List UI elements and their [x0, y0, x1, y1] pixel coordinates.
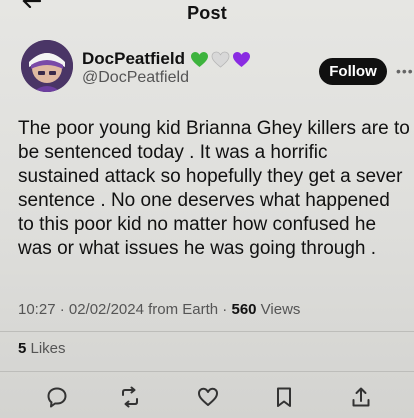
divider — [0, 331, 414, 332]
share-icon[interactable] — [350, 386, 372, 408]
more-options-icon[interactable]: ••• — [396, 63, 414, 79]
post-source: from Earth · — [143, 301, 232, 318]
repost-icon[interactable] — [119, 386, 141, 408]
white-heart-icon — [211, 51, 230, 68]
likes-summary[interactable]: 5 Likes — [18, 340, 66, 357]
name-emoji-group — [190, 51, 251, 68]
like-icon[interactable] — [197, 386, 219, 408]
tweet-text: The poor young kid Brianna Ghey killers … — [18, 118, 410, 259]
post-screen: Post DocPeatfield @DocPeatfield Follow •… — [0, 0, 414, 418]
purple-heart-icon — [232, 51, 250, 67]
author-display-name[interactable]: DocPeatfield — [82, 49, 185, 69]
avatar[interactable] — [21, 40, 73, 92]
author-name-row: DocPeatfield — [82, 48, 251, 70]
views-label: Views — [256, 301, 301, 318]
likes-label: Likes — [26, 340, 66, 357]
green-heart-icon — [190, 51, 208, 67]
divider — [0, 371, 414, 372]
views-count: 560 — [231, 301, 257, 318]
bookmark-icon[interactable] — [273, 386, 295, 408]
page-title: Post — [187, 3, 227, 23]
reply-icon[interactable] — [46, 386, 68, 408]
timestamp: 10:27 · 02/02/2024 — [18, 301, 144, 318]
top-bar: Post — [0, 0, 414, 26]
author-handle[interactable]: @DocPeatfield — [82, 69, 189, 87]
tweet-meta: 10:27 · 02/02/2024 from Earth · 560 View… — [18, 301, 300, 318]
follow-button[interactable]: Follow — [319, 58, 387, 85]
action-bar — [0, 380, 414, 414]
